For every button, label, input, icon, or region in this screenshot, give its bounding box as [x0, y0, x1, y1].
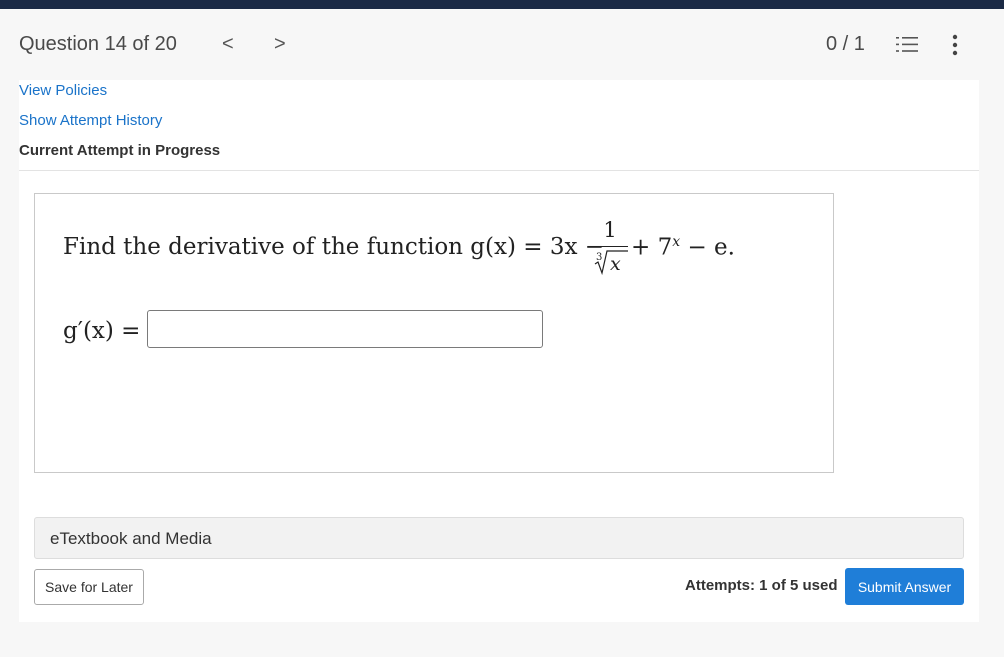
cube-root-denominator: 3 x	[594, 250, 628, 276]
question-header: Question 14 of 20 < > 0 / 1	[0, 9, 1004, 80]
top-bar	[0, 0, 1004, 9]
question-prompt: Find the derivative of the function g(x)…	[63, 212, 823, 276]
show-attempt-history-link[interactable]: Show Attempt History	[19, 112, 162, 129]
etextbook-media-label: eTextbook and Media	[50, 529, 212, 548]
exponent: x	[672, 234, 681, 250]
divider	[19, 170, 979, 171]
etextbook-media-toggle[interactable]: eTextbook and Media	[34, 517, 964, 559]
attempts-count: Attempts: 1 of 5 used	[685, 577, 838, 594]
fraction-bar	[592, 246, 628, 247]
prompt-end: − e.	[687, 234, 735, 261]
prompt-prefix: Find the derivative of the function g(x)…	[63, 234, 605, 260]
prompt-plus-term: + 7	[631, 234, 673, 261]
answer-input[interactable]	[147, 310, 543, 348]
chevron-left-icon[interactable]: <	[222, 33, 234, 55]
fraction: 1 3 x	[591, 212, 629, 276]
save-for-later-button[interactable]: Save for Later	[34, 569, 144, 605]
radical-index: 3	[596, 252, 602, 263]
chevron-right-icon[interactable]: >	[274, 33, 286, 55]
answer-label: g′(x) =	[63, 318, 141, 344]
attempt-status: Current Attempt in Progress	[19, 142, 221, 159]
numbered-list-icon[interactable]	[896, 36, 918, 54]
score: 0 / 1	[826, 33, 865, 55]
fraction-numerator: 1	[603, 218, 617, 242]
question-panel: View Policies Show Attempt History Curre…	[19, 80, 979, 622]
view-policies-link[interactable]: View Policies	[19, 82, 107, 99]
question-box: Find the derivative of the function g(x)…	[34, 193, 834, 473]
radical-variable: x	[610, 253, 621, 275]
prompt-suffix: + 7x − e.	[631, 234, 735, 261]
question-counter: Question 14 of 20	[19, 33, 177, 55]
submit-answer-button[interactable]: Submit Answer	[845, 568, 964, 605]
more-vertical-icon[interactable]	[948, 34, 962, 56]
